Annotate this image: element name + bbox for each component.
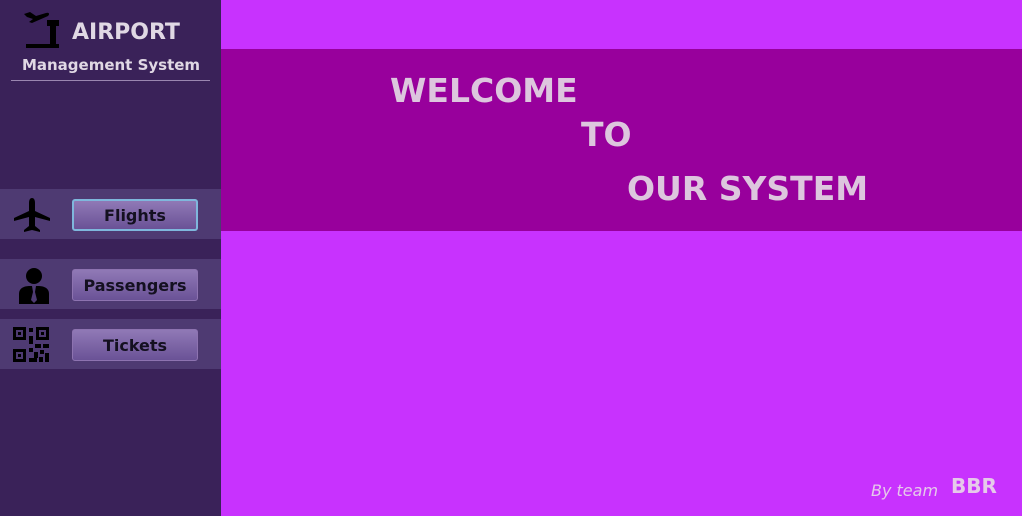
footer-team-name: BBR	[951, 474, 997, 498]
nav-row-flights: Flights	[0, 189, 221, 239]
passenger-icon	[19, 268, 49, 304]
welcome-banner: WELCOME TO OUR SYSTEM	[221, 49, 1022, 231]
welcome-line-1: WELCOME	[390, 71, 578, 110]
sidebar: AIRPORT Management System Flights Passen…	[0, 0, 221, 516]
nav-row-tickets: Tickets	[0, 319, 221, 369]
app-title: AIRPORT	[72, 20, 180, 45]
passengers-button[interactable]: Passengers	[72, 269, 198, 301]
qr-code-icon	[13, 327, 49, 362]
welcome-line-2: TO	[581, 115, 632, 154]
welcome-line-3: OUR SYSTEM	[627, 169, 869, 208]
app-subtitle: Management System	[21, 56, 201, 74]
flights-button[interactable]: Flights	[72, 199, 198, 231]
airport-departure-icon	[24, 12, 59, 48]
airplane-icon	[14, 198, 50, 232]
sidebar-divider	[11, 80, 210, 81]
tickets-button[interactable]: Tickets	[72, 329, 198, 361]
nav-row-passengers: Passengers	[0, 259, 221, 309]
footer-by-label: By team	[871, 481, 939, 500]
